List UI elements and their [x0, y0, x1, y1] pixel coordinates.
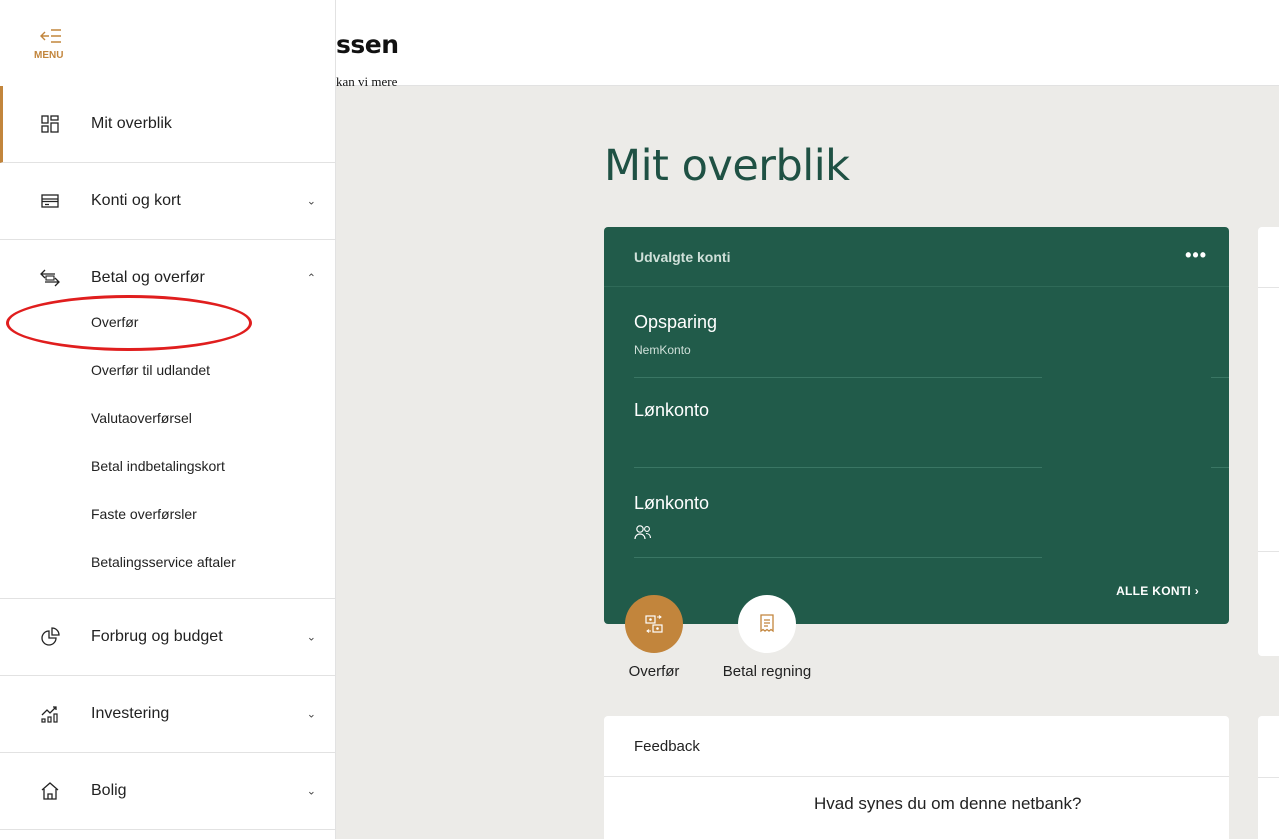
card-icon [38, 189, 62, 213]
sidebar-item-label: Investering [91, 705, 170, 722]
account-name: Lønkonto [634, 400, 710, 420]
sidebar-item-label: Forbrug og budget [91, 628, 223, 645]
right-card-partial-lower [1258, 716, 1279, 839]
submenu-item-overfor-til-udlandet[interactable]: Overfør til udlandet [0, 346, 336, 394]
submenu-item-betalingsservice-aftaler[interactable]: Betalingsservice aftaler [0, 538, 336, 586]
card-header: Udvalgte konti ••• [604, 227, 1229, 287]
action-label: Overfør [628, 663, 680, 680]
chevron-up-icon: ⌃ [306, 272, 316, 285]
brand-wordmark: ssen [336, 30, 399, 59]
action-label: Betal regning [722, 663, 812, 680]
account-row-opsparing[interactable]: Opsparing NemKonto [634, 312, 1042, 378]
account-divider [1211, 467, 1229, 468]
selected-accounts-card: Udvalgte konti ••• Opsparing NemKonto Lø… [604, 227, 1229, 624]
account-divider [1211, 377, 1229, 378]
submenu-item-valutaoverforsel[interactable]: Valutaoverførsel [0, 394, 336, 442]
house-icon [38, 779, 62, 803]
all-accounts-link[interactable]: ALLE KONTI › [1116, 584, 1199, 598]
dashboard-grid-icon [38, 112, 62, 136]
investment-chart-icon [38, 702, 62, 726]
account-subtitle: NemKonto [634, 343, 691, 357]
pay-bill-action-button[interactable]: Betal regning [712, 595, 822, 680]
chevron-down-icon: ⌄ [306, 785, 316, 798]
sidebar-item-investering[interactable]: Investering ⌄ [0, 676, 336, 753]
feedback-title: Feedback [604, 716, 1229, 777]
feedback-question: Hvad synes du om denne netbank? [814, 794, 1082, 813]
account-name: Opsparing [634, 312, 718, 332]
sidebar-item-label: Bolig [91, 782, 127, 799]
sidebar-item-label: Mit overblik [91, 115, 172, 132]
card-title: Udvalgte konti [634, 248, 731, 265]
chevron-down-icon: ⌄ [306, 195, 316, 208]
menu-collapse-icon [40, 29, 61, 43]
sidebar-group-betal-og-overfor: Betal og overfør ⌃ Overfør Overfør til u… [0, 240, 336, 599]
sidebar: MENU Mit overblik Konti og kort ⌄ Betal … [0, 0, 336, 839]
shared-users-icon [634, 524, 1042, 543]
submenu-item-betal-indbetalingskort[interactable]: Betal indbetalingskort [0, 442, 336, 490]
sidebar-item-forbrug-og-budget[interactable]: Forbrug og budget ⌄ [0, 599, 336, 676]
transfer-arrows-icon [38, 266, 62, 290]
menu-label: MENU [34, 50, 64, 61]
submenu-list: Overfør Overfør til udlandet Valutaoverf… [0, 298, 336, 598]
account-row-lonkonto-1[interactable]: Lønkonto [634, 400, 1042, 468]
feedback-card: Feedback Hvad synes du om denne netbank? [604, 716, 1229, 839]
chevron-down-icon: ⌄ [306, 631, 316, 644]
sidebar-item-label: Betal og overfør [91, 269, 205, 286]
bill-receipt-icon [738, 595, 796, 653]
transfer-action-button[interactable]: Overfør [621, 595, 687, 680]
sidebar-item-mit-overblik[interactable]: Mit overblik [0, 86, 336, 163]
submenu-item-faste-overforsler[interactable]: Faste overførsler [0, 490, 336, 538]
sidebar-item-konti-og-kort[interactable]: Konti og kort ⌄ [0, 163, 336, 240]
right-card-partial [1258, 227, 1279, 656]
chevron-down-icon: ⌄ [306, 708, 316, 721]
page-title: Mit overblik [604, 141, 850, 191]
account-name: Lønkonto [634, 493, 710, 513]
sidebar-nav: Mit overblik Konti og kort ⌄ Betal og ov… [0, 86, 336, 830]
account-row-lonkonto-2[interactable]: Lønkonto [634, 493, 1042, 558]
more-options-icon[interactable]: ••• [1185, 245, 1207, 266]
pie-chart-icon [38, 625, 62, 649]
menu-toggle-button[interactable]: MENU [34, 26, 74, 61]
sidebar-item-bolig[interactable]: Bolig ⌄ [0, 753, 336, 830]
sidebar-item-label: Konti og kort [91, 192, 181, 209]
submenu-item-overfor[interactable]: Overfør [0, 298, 336, 346]
transfer-money-icon [625, 595, 683, 653]
brand-tagline: kan vi mere [336, 74, 398, 89]
